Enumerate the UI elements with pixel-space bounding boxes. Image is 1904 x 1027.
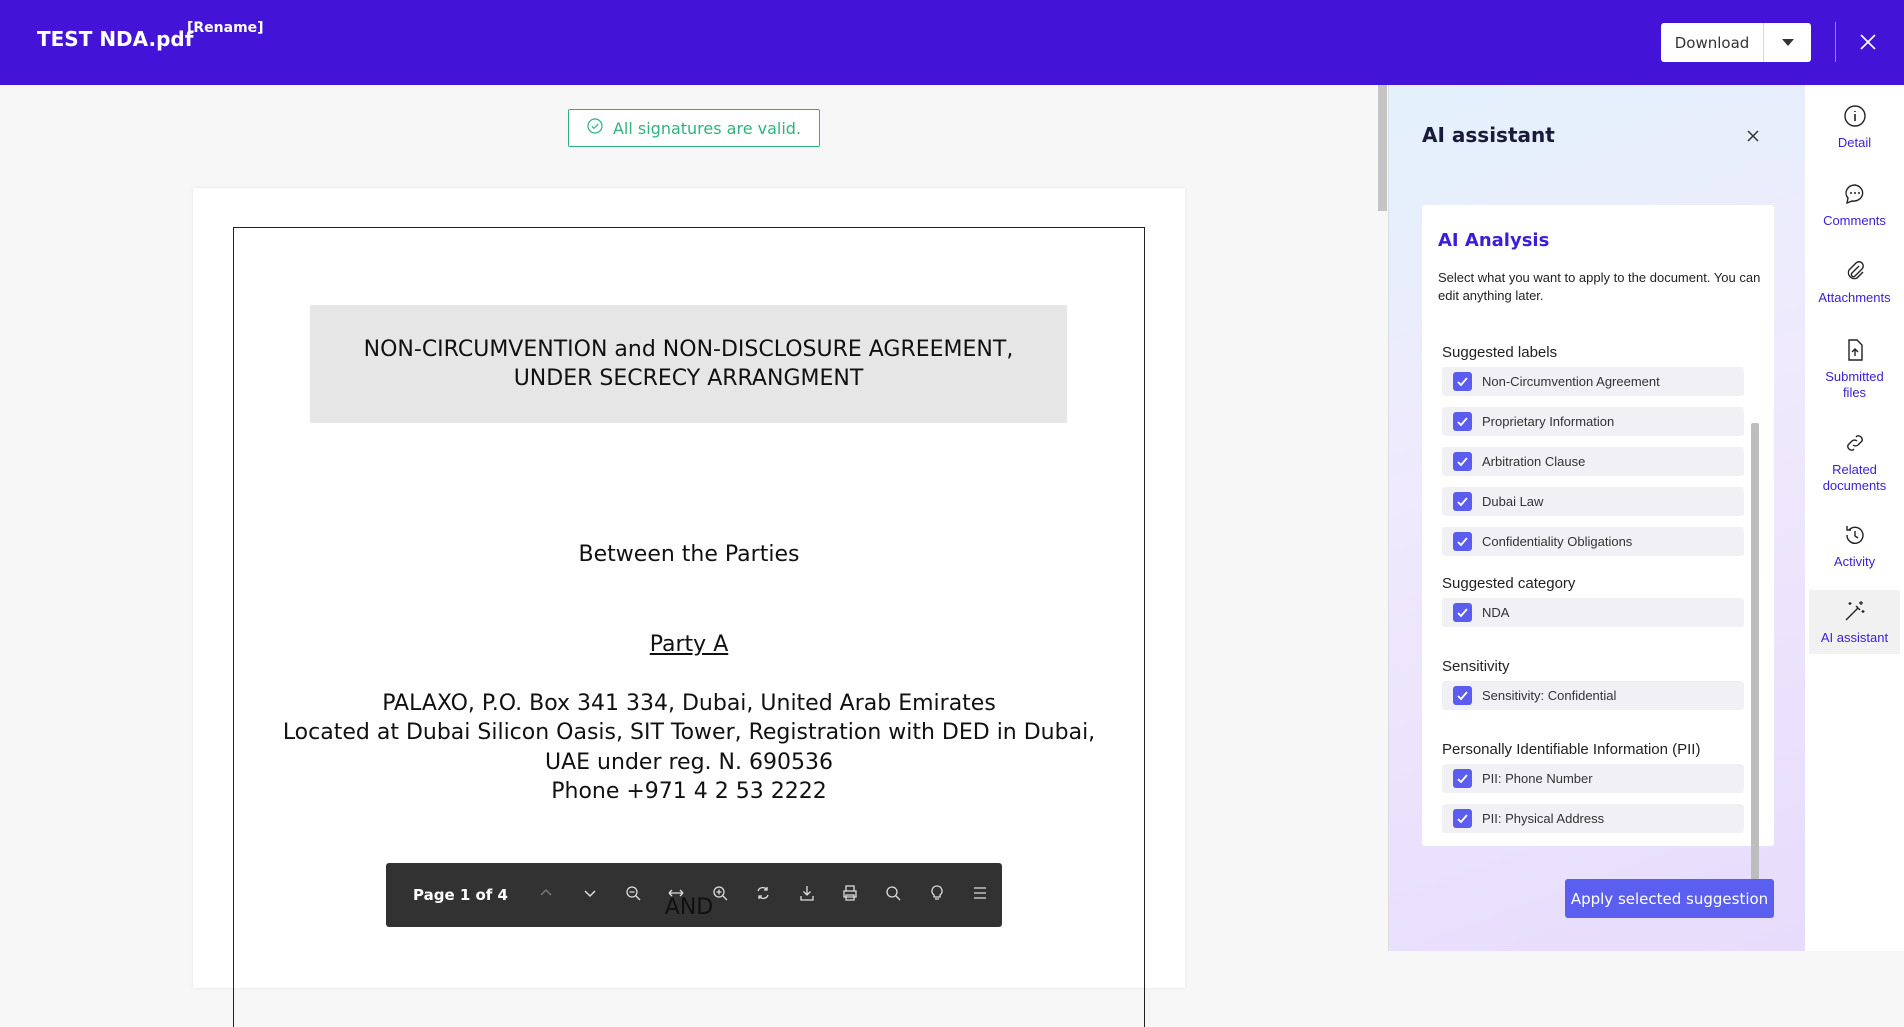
suggestion-label: PII: Phone Number bbox=[1482, 771, 1593, 786]
caret-down-icon bbox=[1781, 34, 1794, 52]
rail-item-label: Comments bbox=[1823, 213, 1886, 228]
close-icon bbox=[1856, 34, 1880, 60]
signature-status-text: All signatures are valid. bbox=[612, 118, 802, 138]
suggestion-chip[interactable]: Sensitivity: Confidential bbox=[1442, 681, 1744, 710]
rail-item-label: Submitted files bbox=[1825, 369, 1884, 400]
suggestion-chip[interactable]: PII: Physical Address bbox=[1442, 804, 1744, 833]
section-heading-labels: Suggested labels bbox=[1442, 344, 1558, 361]
suggestion-label: Dubai Law bbox=[1482, 494, 1544, 509]
checkbox-checked-icon[interactable] bbox=[1453, 492, 1472, 511]
rail-item-attachments[interactable]: Attachments bbox=[1809, 258, 1900, 318]
signature-status-banner: All signatures are valid. bbox=[568, 109, 820, 147]
heading-line-1: NON-CIRCUMVENTION and NON-DISCLOSURE AGR… bbox=[363, 337, 1014, 362]
ai-assistant-panel: AI assistant AI Analysis Select what you… bbox=[1388, 85, 1805, 951]
suggestion-chip[interactable]: NDA bbox=[1442, 598, 1744, 627]
suggestion-label: Confidentiality Obligations bbox=[1482, 534, 1633, 549]
rail-item-detail[interactable]: Detail bbox=[1809, 103, 1900, 163]
rail-item-label: Detail bbox=[1837, 135, 1872, 150]
document-heading: NON-CIRCUMVENTION and NON-DISCLOSURE AGR… bbox=[310, 305, 1067, 423]
ai-analysis-card: AI Analysis Select what you want to appl… bbox=[1422, 205, 1774, 846]
checkbox-checked-icon[interactable] bbox=[1453, 603, 1472, 622]
checkbox-checked-icon[interactable] bbox=[1453, 532, 1472, 551]
suggestions-scrollbar[interactable] bbox=[1751, 423, 1759, 901]
history-icon bbox=[1842, 522, 1868, 548]
suggestions-list[interactable]: Suggested labels Non-Circumvention Agree… bbox=[1442, 337, 1744, 834]
suggestion-label: Arbitration Clause bbox=[1482, 454, 1586, 469]
checkbox-checked-icon[interactable] bbox=[1453, 412, 1472, 431]
viewer-scrollbar[interactable] bbox=[1378, 85, 1387, 211]
rail-item-ai-assistant[interactable]: AI assistant bbox=[1809, 590, 1900, 654]
party-a-heading: Party A bbox=[193, 632, 1185, 657]
suggestion-chip[interactable]: Proprietary Information bbox=[1442, 407, 1744, 436]
address-line-1: PALAXO, P.O. Box 341 334, Dubai, United … bbox=[382, 691, 996, 716]
checkbox-checked-icon[interactable] bbox=[1453, 686, 1472, 705]
suggestion-chip[interactable]: Arbitration Clause bbox=[1442, 447, 1744, 476]
rename-link[interactable]: [Rename] bbox=[187, 20, 264, 36]
download-button[interactable]: Download bbox=[1661, 23, 1764, 62]
suggestion-chip[interactable]: Confidentiality Obligations bbox=[1442, 527, 1744, 556]
ai-panel-close-button[interactable] bbox=[1742, 125, 1764, 147]
suggestion-chip[interactable]: Non-Circumvention Agreement bbox=[1442, 367, 1744, 396]
rail-item-submitted-files[interactable]: Submitted files bbox=[1809, 337, 1900, 409]
magic-wand-icon bbox=[1842, 598, 1868, 624]
checkbox-checked-icon[interactable] bbox=[1453, 809, 1472, 828]
checkbox-checked-icon[interactable] bbox=[1453, 769, 1472, 788]
rail-item-label: Attachments bbox=[1818, 290, 1891, 305]
top-bar: TEST NDA.pdf [Rename] Download bbox=[0, 0, 1904, 85]
ai-analysis-description: Select what you want to apply to the doc… bbox=[1438, 270, 1761, 303]
between-parties: Between the Parties bbox=[578, 542, 800, 567]
heading-line-2: UNDER SECRECY ARRANGMENT bbox=[513, 366, 864, 391]
download-button-group: Download bbox=[1661, 23, 1811, 62]
address-line-3: UAE under reg. N. 690536 bbox=[545, 750, 833, 775]
suggestion-label: NDA bbox=[1482, 605, 1510, 620]
download-options-button[interactable] bbox=[1764, 23, 1811, 62]
toolbar-divider bbox=[1835, 22, 1836, 62]
ai-analysis-title: AI Analysis bbox=[1438, 230, 1550, 251]
right-sidebar-rail: Detail Comments Attachments Submitted fi… bbox=[1805, 85, 1904, 951]
check-circle-icon bbox=[587, 118, 603, 138]
rail-item-comments[interactable]: Comments bbox=[1809, 181, 1900, 241]
section-heading-pii: Personally Identifiable Information (PII… bbox=[1442, 741, 1701, 758]
phone-line: Phone +971 4 2 53 2222 bbox=[551, 779, 827, 804]
party-a-text: Party A bbox=[649, 632, 729, 657]
rail-item-activity[interactable]: Activity bbox=[1809, 522, 1900, 582]
suggestion-chip[interactable]: Dubai Law bbox=[1442, 487, 1744, 516]
link-icon bbox=[1842, 430, 1868, 456]
rail-item-related-documents[interactable]: Related documents bbox=[1809, 430, 1900, 502]
suggestion-label: PII: Physical Address bbox=[1482, 811, 1605, 826]
comment-icon bbox=[1842, 181, 1868, 207]
close-icon bbox=[1742, 130, 1764, 151]
suggestion-label: Non-Circumvention Agreement bbox=[1482, 374, 1660, 389]
rail-item-label: AI assistant bbox=[1820, 630, 1889, 645]
paperclip-icon bbox=[1842, 258, 1868, 284]
suggestion-label: Sensitivity: Confidential bbox=[1482, 688, 1617, 703]
address-line-2: Located at Dubai Silicon Oasis, SIT Towe… bbox=[282, 720, 1096, 745]
and-text: AND bbox=[664, 895, 714, 920]
rail-item-label: Activity bbox=[1833, 554, 1876, 569]
rail-item-label: Related documents bbox=[1822, 462, 1887, 493]
suggestion-label: Proprietary Information bbox=[1482, 414, 1615, 429]
ai-panel-title: AI assistant bbox=[1422, 123, 1555, 147]
section-heading-sensitivity: Sensitivity bbox=[1442, 658, 1510, 675]
checkbox-checked-icon[interactable] bbox=[1453, 372, 1472, 391]
file-title: TEST NDA.pdf bbox=[37, 27, 194, 51]
section-heading-category: Suggested category bbox=[1442, 575, 1576, 592]
file-upload-icon bbox=[1842, 337, 1868, 363]
apply-suggestion-button[interactable]: Apply selected suggestion bbox=[1565, 879, 1774, 918]
suggestion-chip[interactable]: PII: Phone Number bbox=[1442, 764, 1744, 793]
close-viewer-button[interactable] bbox=[1856, 28, 1880, 56]
checkbox-checked-icon[interactable] bbox=[1453, 452, 1472, 471]
info-icon bbox=[1842, 103, 1868, 129]
